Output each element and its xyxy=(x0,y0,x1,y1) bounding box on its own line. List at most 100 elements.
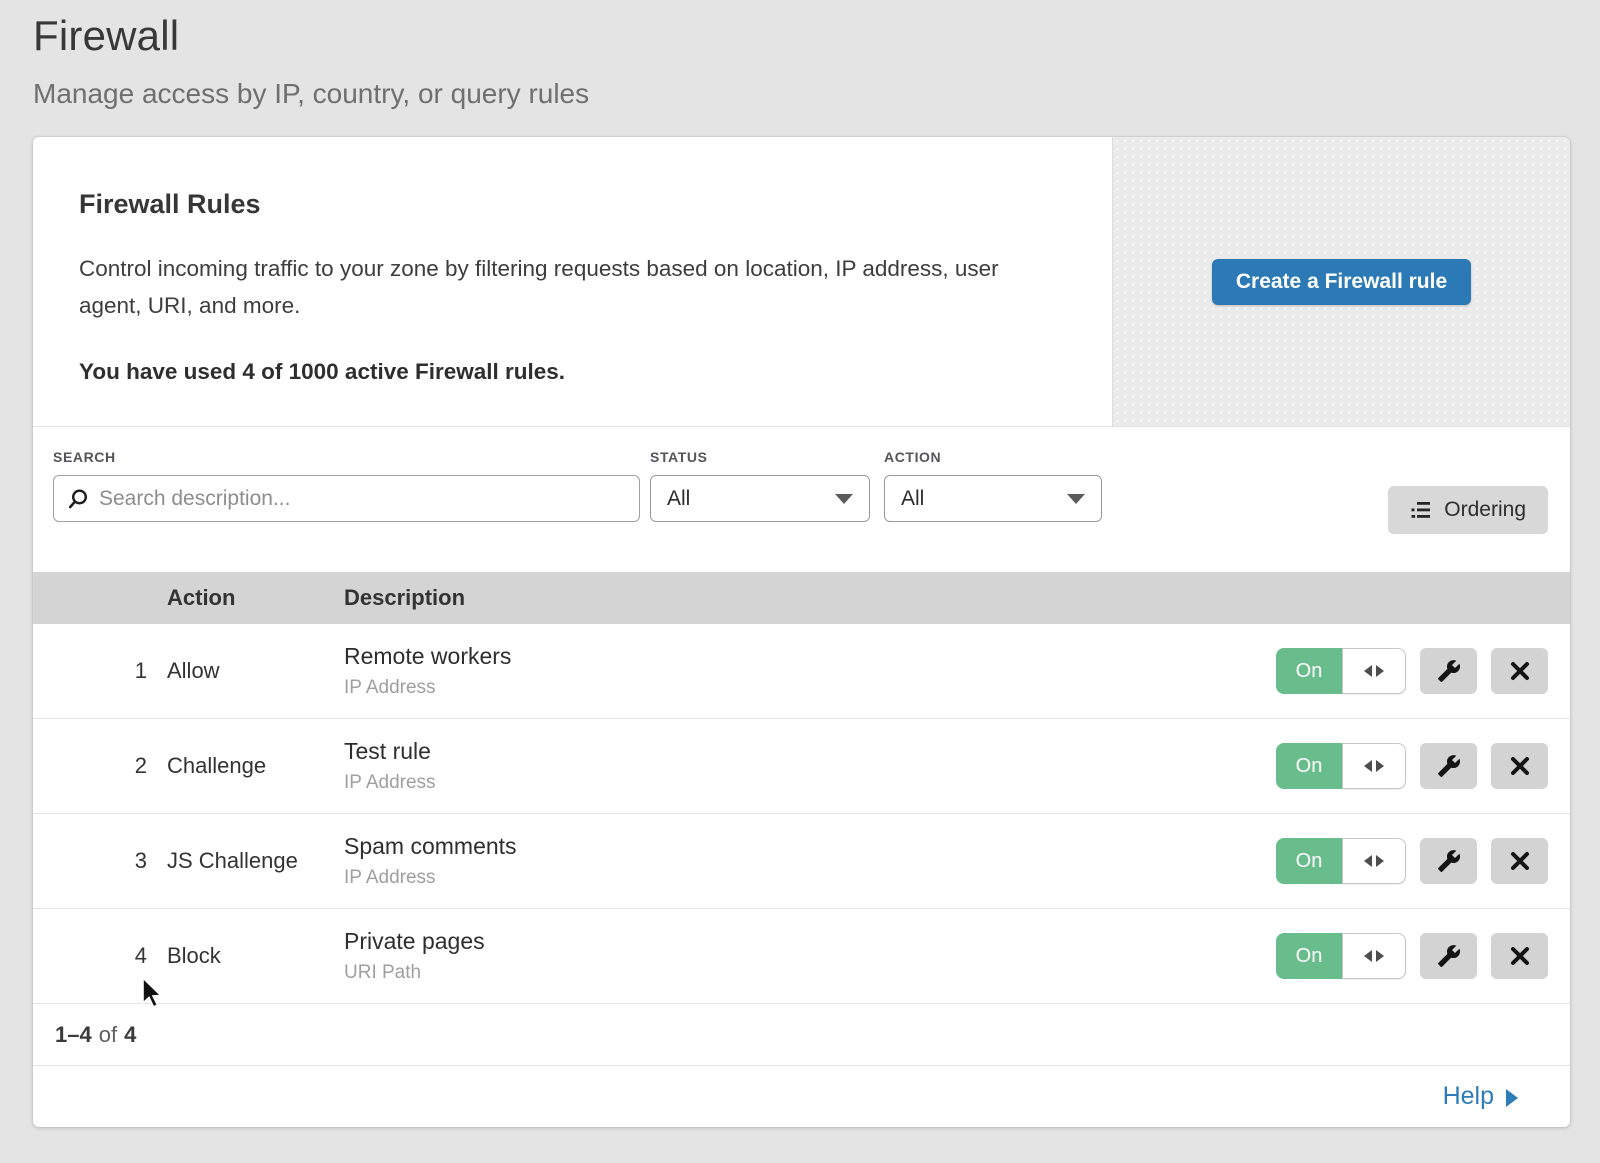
rule-enabled-toggle[interactable]: On xyxy=(1276,838,1406,884)
delete-rule-button[interactable] xyxy=(1491,838,1548,884)
close-icon xyxy=(1509,755,1531,777)
arrow-left-icon xyxy=(1364,855,1372,867)
toggle-handle[interactable] xyxy=(1342,648,1406,694)
help-link-label: Help xyxy=(1443,1082,1494,1111)
rule-description: Test rule xyxy=(344,738,1270,765)
arrow-right-icon xyxy=(1376,950,1384,962)
search-filter: SEARCH xyxy=(53,449,640,572)
ordering-button-label: Ordering xyxy=(1444,498,1526,522)
search-box[interactable] xyxy=(53,475,640,522)
hero-aside-panel: Create a Firewall rule xyxy=(1112,137,1570,426)
delete-rule-button[interactable] xyxy=(1491,933,1548,979)
rule-description: Private pages xyxy=(344,928,1270,955)
toggle-on-label: On xyxy=(1276,838,1342,884)
toggle-on-label: On xyxy=(1276,743,1342,789)
filters-bar: SEARCH STATUS All ACTION All xyxy=(33,427,1570,572)
table-row: 3 JS Challenge Spam comments IP Address … xyxy=(33,814,1570,909)
rule-action: JS Challenge xyxy=(167,848,344,874)
action-label: ACTION xyxy=(884,449,1102,465)
rule-description: Spam comments xyxy=(344,833,1270,860)
rule-enabled-toggle[interactable]: On xyxy=(1276,648,1406,694)
page-header: Firewall Manage access by IP, country, o… xyxy=(0,0,1600,110)
search-icon xyxy=(67,488,89,510)
table-row: 4 Block Private pages URI Path On xyxy=(33,909,1570,1004)
rule-description-cell: Remote workers IP Address xyxy=(344,643,1270,699)
arrow-right-icon xyxy=(1376,665,1384,677)
pagination-of: of xyxy=(92,1022,124,1048)
close-icon xyxy=(1509,850,1531,872)
close-icon xyxy=(1509,945,1531,967)
rule-priority: 4 xyxy=(33,943,167,969)
toggle-on-label: On xyxy=(1276,933,1342,979)
status-label: STATUS xyxy=(650,449,870,465)
rule-priority: 2 xyxy=(33,753,167,779)
toggle-handle[interactable] xyxy=(1342,743,1406,789)
rules-table: Action Description 1 Allow Remote worker… xyxy=(33,572,1570,1004)
hero-text-block: Firewall Rules Control incoming traffic … xyxy=(33,137,1112,426)
arrow-left-icon xyxy=(1364,760,1372,772)
action-column-header: Action xyxy=(167,585,344,611)
edit-rule-button[interactable] xyxy=(1420,933,1477,979)
firewall-rules-card: Firewall Rules Control incoming traffic … xyxy=(33,137,1570,1127)
status-filter: STATUS All xyxy=(650,449,870,572)
rule-field-type: IP Address xyxy=(344,677,1270,699)
arrow-right-icon xyxy=(1376,855,1384,867)
search-label: SEARCH xyxy=(53,449,640,465)
arrow-right-icon xyxy=(1506,1089,1518,1107)
description-column-header: Description xyxy=(344,585,1270,611)
arrow-right-icon xyxy=(1376,760,1384,772)
rule-controls: On xyxy=(1270,838,1570,884)
rule-field-type: IP Address xyxy=(344,867,1270,889)
action-selected-value: All xyxy=(901,487,924,511)
rule-controls: On xyxy=(1270,933,1570,979)
rule-description: Remote workers xyxy=(344,643,1270,670)
close-icon xyxy=(1509,660,1531,682)
delete-rule-button[interactable] xyxy=(1491,743,1548,789)
wrench-icon xyxy=(1437,659,1461,683)
rule-action: Allow xyxy=(167,658,344,684)
rule-action: Block xyxy=(167,943,344,969)
wrench-icon xyxy=(1437,944,1461,968)
table-row: 1 Allow Remote workers IP Address On xyxy=(33,624,1570,719)
pagination-range: 1–4 xyxy=(55,1022,92,1048)
arrow-left-icon xyxy=(1364,950,1372,962)
usage-summary: You have used 4 of 1000 active Firewall … xyxy=(79,359,1072,385)
rule-enabled-toggle[interactable]: On xyxy=(1276,743,1406,789)
rule-field-type: URI Path xyxy=(344,962,1270,984)
status-selected-value: All xyxy=(667,487,690,511)
table-row: 2 Challenge Test rule IP Address On xyxy=(33,719,1570,814)
delete-rule-button[interactable] xyxy=(1491,648,1548,694)
ordering-button[interactable]: Ordering xyxy=(1388,486,1548,534)
help-bar: Help xyxy=(33,1065,1570,1127)
ordered-list-icon xyxy=(1410,499,1432,521)
edit-rule-button[interactable] xyxy=(1420,648,1477,694)
edit-rule-button[interactable] xyxy=(1420,743,1477,789)
rule-controls: On xyxy=(1270,648,1570,694)
table-header: Action Description xyxy=(33,572,1570,624)
pagination-summary: 1–4 of 4 xyxy=(33,1004,1570,1065)
edit-rule-button[interactable] xyxy=(1420,838,1477,884)
help-link[interactable]: Help xyxy=(1443,1082,1518,1111)
rule-description-cell: Test rule IP Address xyxy=(344,738,1270,794)
rule-field-type: IP Address xyxy=(344,772,1270,794)
wrench-icon xyxy=(1437,849,1461,873)
rule-description-cell: Spam comments IP Address xyxy=(344,833,1270,889)
rule-priority: 1 xyxy=(33,658,167,684)
search-input[interactable] xyxy=(99,487,626,511)
arrow-left-icon xyxy=(1364,665,1372,677)
toggle-handle[interactable] xyxy=(1342,838,1406,884)
section-heading: Firewall Rules xyxy=(79,189,1072,220)
rule-controls: On xyxy=(1270,743,1570,789)
action-select[interactable]: All xyxy=(884,475,1102,522)
rule-enabled-toggle[interactable]: On xyxy=(1276,933,1406,979)
status-select[interactable]: All xyxy=(650,475,870,522)
create-firewall-rule-button[interactable]: Create a Firewall rule xyxy=(1212,259,1471,305)
section-description: Control incoming traffic to your zone by… xyxy=(79,250,1029,324)
rule-description-cell: Private pages URI Path xyxy=(344,928,1270,984)
toggle-handle[interactable] xyxy=(1342,933,1406,979)
rule-priority: 3 xyxy=(33,848,167,874)
pagination-total: 4 xyxy=(124,1022,136,1048)
hero-section: Firewall Rules Control incoming traffic … xyxy=(33,137,1570,427)
wrench-icon xyxy=(1437,754,1461,778)
toggle-on-label: On xyxy=(1276,648,1342,694)
